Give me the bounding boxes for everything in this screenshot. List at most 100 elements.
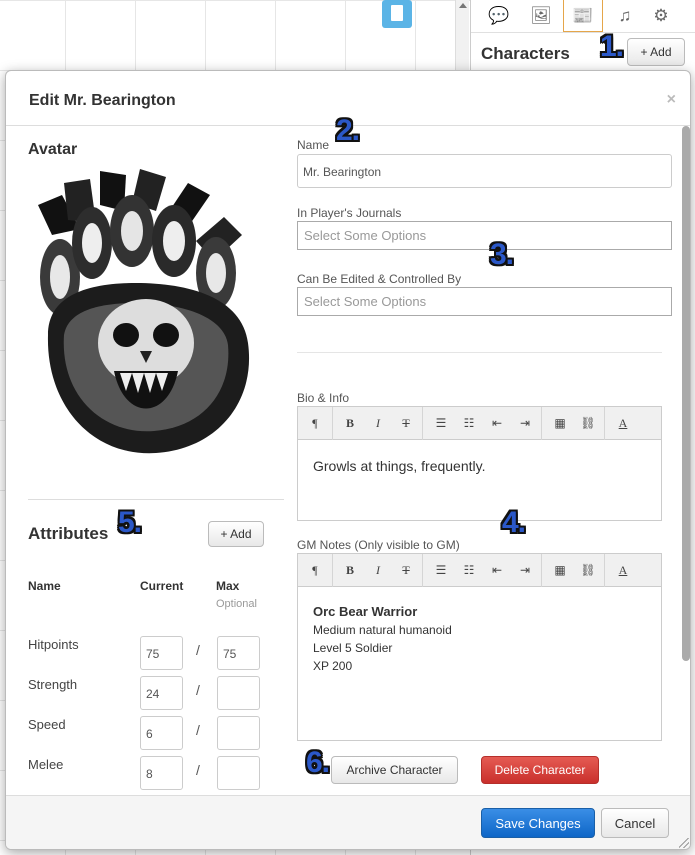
table-icon[interactable]: ▦ — [547, 554, 573, 587]
strikethrough-icon[interactable]: T — [393, 554, 419, 587]
bio-editor[interactable]: ¶ B I T ☰ ☷ ⇤ ⇥ ▦ ⛓ A Growls at things, … — [297, 406, 662, 521]
paragraph-style-icon[interactable]: ¶ — [302, 554, 328, 587]
numbered-list-icon[interactable]: ☷ — [456, 554, 482, 587]
music-icon: ♫ — [618, 6, 632, 25]
toolbar-separator — [541, 554, 542, 587]
annotation-1: 1. — [600, 30, 624, 63]
art-library-icon: 🖼 — [530, 6, 552, 25]
art-library-tab[interactable]: 🖼 — [521, 0, 561, 32]
bear-paw-skull-image — [38, 169, 250, 454]
attribute-name-header: Name — [28, 579, 61, 593]
avatar-heading: Avatar — [28, 141, 78, 158]
toolbar-separator — [332, 554, 333, 587]
music-tab[interactable]: ♫ — [605, 0, 645, 32]
gm-notes-line: Level 5 Soldier — [313, 641, 393, 655]
name-input[interactable]: Mr. Bearington — [297, 154, 672, 188]
bullet-list-icon[interactable]: ☰ — [428, 407, 454, 440]
bio-text[interactable]: Growls at things, frequently. — [298, 440, 661, 492]
name-label: Name — [297, 138, 330, 152]
resize-grip-icon[interactable] — [679, 838, 689, 848]
gm-notes-label: GM Notes (Only visible to GM) — [297, 538, 460, 552]
journals-multiselect[interactable]: Select Some Options — [297, 221, 672, 250]
journal-tab[interactable]: 📰 — [563, 0, 603, 32]
attribute-max-header: Max — [216, 579, 240, 593]
settings-icon: ⚙ — [653, 6, 669, 25]
bold-icon[interactable]: B — [337, 407, 363, 440]
attribute-row-name[interactable]: Hitpoints — [28, 637, 79, 652]
italic-icon[interactable]: I — [365, 407, 391, 440]
toolbar-separator — [604, 554, 605, 587]
settings-tab[interactable]: ⚙ — [641, 0, 681, 32]
attributes-heading: Attributes — [28, 524, 109, 543]
controlled-by-label: Can Be Edited & Controlled By — [297, 272, 462, 286]
bio-editor-toolbar: ¶ B I T ☰ ☷ ⇤ ⇥ ▦ ⛓ A — [298, 407, 661, 440]
attribute-current-input[interactable]: 6 — [140, 716, 183, 750]
avatar-image[interactable] — [28, 165, 276, 465]
attribute-separator: / — [196, 762, 200, 778]
attribute-current-input[interactable]: 75 — [140, 636, 183, 670]
toolbar-separator — [604, 407, 605, 440]
sidebar-divider — [471, 32, 695, 33]
attribute-row-name[interactable]: Melee — [28, 757, 63, 772]
page-icon[interactable] — [382, 0, 412, 28]
bold-icon[interactable]: B — [337, 554, 363, 587]
italic-icon[interactable]: I — [365, 554, 391, 587]
attribute-row-name[interactable]: Strength — [28, 677, 77, 692]
sidebar-tabs: 💬 🖼 📰 ♫ ⚙ — [477, 0, 689, 32]
dialog-scrollbar[interactable] — [682, 126, 690, 661]
table-icon[interactable]: ▦ — [547, 407, 573, 440]
attribute-max-input[interactable]: 75 — [217, 636, 260, 670]
gm-notes-line: Orc Bear Warrior — [313, 604, 418, 619]
save-changes-button[interactable]: Save Changes — [481, 808, 595, 838]
strikethrough-icon[interactable]: T — [393, 407, 419, 440]
annotation-6: 6. — [306, 746, 330, 779]
link-icon[interactable]: ⛓ — [575, 407, 601, 440]
attribute-separator: / — [196, 722, 200, 738]
canvas-scrollbar[interactable] — [455, 0, 469, 70]
outdent-icon[interactable]: ⇤ — [484, 407, 510, 440]
delete-character-button[interactable]: Delete Character — [481, 756, 599, 784]
bullet-list-icon[interactable]: ☰ — [428, 554, 454, 587]
indent-icon[interactable]: ⇥ — [512, 554, 538, 587]
gm-notes-line: XP 200 — [313, 659, 353, 673]
archive-character-button[interactable]: Archive Character — [331, 756, 458, 784]
bio-label: Bio & Info — [297, 391, 350, 405]
text-color-icon[interactable]: A — [610, 554, 636, 587]
link-icon[interactable]: ⛓ — [575, 554, 601, 587]
gm-notes-editor[interactable]: ¶ B I T ☰ ☷ ⇤ ⇥ ▦ ⛓ A Orc Bear Warrior M… — [297, 553, 662, 741]
toolbar-separator — [541, 407, 542, 440]
gm-notes-toolbar: ¶ B I T ☰ ☷ ⇤ ⇥ ▦ ⛓ A — [298, 554, 661, 587]
text-color-icon[interactable]: A — [610, 407, 636, 440]
toolbar-separator — [332, 407, 333, 440]
attribute-current-input[interactable]: 24 — [140, 676, 183, 710]
edit-character-dialog: Edit Mr. Bearington × Avatar Attributes … — [5, 70, 691, 850]
attribute-max-input[interactable] — [217, 756, 260, 790]
indent-icon[interactable]: ⇥ — [512, 407, 538, 440]
cancel-button[interactable]: Cancel — [601, 808, 669, 838]
add-attribute-button[interactable]: + Add — [208, 521, 264, 547]
annotation-4: 4. — [502, 506, 526, 539]
dialog-title: Edit Mr. Bearington — [29, 92, 176, 109]
dialog-footer: Save Changes Cancel — [6, 795, 690, 849]
close-icon[interactable]: × — [667, 91, 676, 109]
numbered-list-icon[interactable]: ☷ — [456, 407, 482, 440]
right-divider — [297, 352, 662, 353]
journals-label: In Player's Journals — [297, 206, 402, 220]
attribute-max-input[interactable] — [217, 716, 260, 750]
attribute-max-input[interactable] — [217, 676, 260, 710]
controlled-by-multiselect[interactable]: Select Some Options — [297, 287, 672, 316]
outdent-icon[interactable]: ⇤ — [484, 554, 510, 587]
add-character-button[interactable]: + Add — [627, 38, 685, 66]
annotation-3: 3. — [490, 238, 514, 271]
attribute-row-name[interactable]: Speed — [28, 717, 66, 732]
chat-tab[interactable]: 💬 — [479, 0, 519, 32]
chat-icon: 💬 — [488, 6, 510, 25]
attribute-current-input[interactable]: 8 — [140, 756, 183, 790]
annotation-5: 5. — [118, 506, 142, 539]
gm-notes-text[interactable]: Orc Bear Warrior Medium natural humanoid… — [298, 587, 661, 691]
paragraph-style-icon[interactable]: ¶ — [302, 407, 328, 440]
sidebar-title: Characters — [481, 44, 570, 63]
attribute-max-optional-note: Optional — [216, 598, 257, 610]
toolbar-separator — [422, 554, 423, 587]
journal-icon: 📰 — [572, 5, 594, 25]
